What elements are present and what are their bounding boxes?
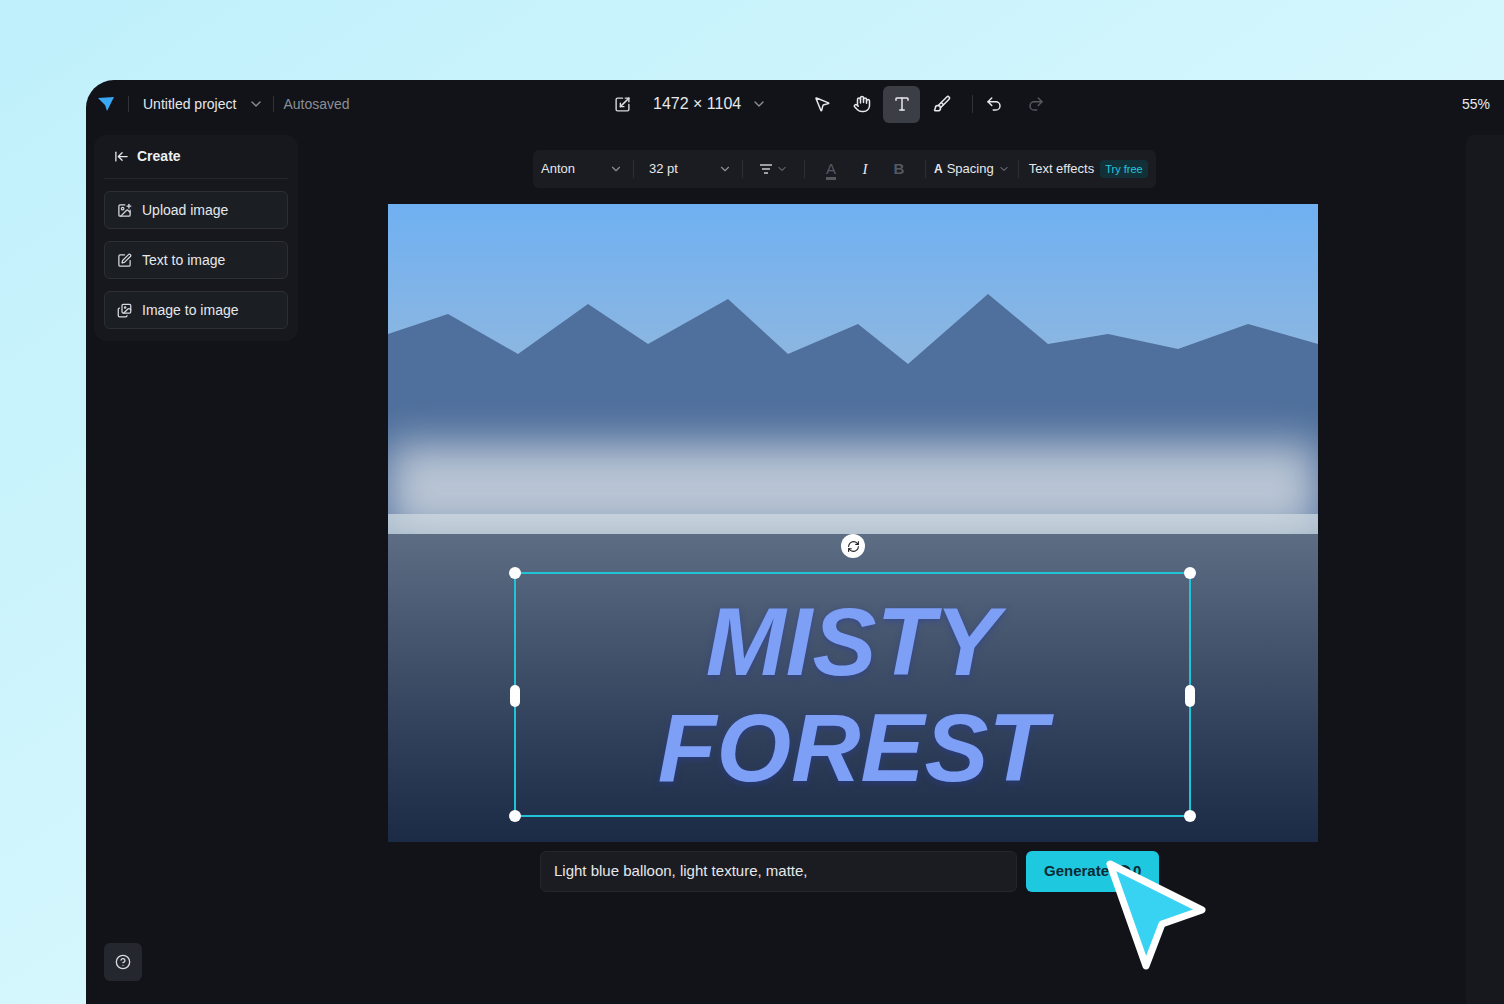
tools [803,86,960,123]
cursor-icon [1104,858,1210,974]
zoom-level[interactable]: 55% [1462,94,1504,115]
project-group: Untitled project Autosaved [86,94,604,115]
rotate-handle[interactable] [841,534,865,558]
corner-handle[interactable] [509,567,521,579]
app-window: Untitled project Autosaved 1472 × 1104 55% C… [86,80,1504,1004]
redo-icon[interactable] [1027,95,1045,113]
save-status: Autosaved [283,94,349,115]
chevron-icon [776,163,788,175]
create-panel: Create Upload image Text to image Image to … [94,135,298,341]
editor-area: Anton32 pt AIB ASpacingText effectsTry fre… [298,128,1466,1004]
undo-icon[interactable] [985,95,1003,113]
sidebar-item[interactable]: Upload image [104,191,288,229]
size-chevron-icon[interactable] [751,96,767,112]
top-bar: Untitled project Autosaved 1472 × 1104 55% [86,80,1504,128]
image-icon [117,253,132,268]
canvas-size[interactable]: 1472 × 1104 [653,92,741,116]
brush-tool-icon [933,95,951,113]
prompt-input[interactable]: Light blue balloon, light texture, matte… [540,851,1017,892]
divider [273,96,274,112]
project-title[interactable]: Untitled project [143,94,236,115]
back-icon [114,149,129,164]
tool-group: 1472 × 1104 [604,86,1045,123]
rotate-icon [847,540,860,553]
corner-handle[interactable] [1184,810,1196,822]
sidebar-item[interactable]: Image to image [104,291,288,329]
text-toolbar: Anton32 pt AIB ASpacingText effectsTry fre… [533,150,1156,188]
align-button[interactable] [743,163,804,175]
resize-icon[interactable] [614,96,631,113]
hand-tool-icon [853,95,871,113]
italic-button[interactable]: I [855,158,875,181]
chevron-icon [718,162,732,176]
tool-button[interactable] [883,86,920,123]
left-column: Create Upload image Text to image Image to … [86,128,298,1004]
image-icon [117,303,132,318]
corner-handle[interactable] [509,810,521,822]
side-handle[interactable] [510,685,520,707]
page: Untitled project Autosaved 1472 × 1104 55% C… [0,0,1504,1004]
font-select[interactable]: Anton [533,159,633,179]
text-effects-button[interactable]: Text effectsTry free [1019,159,1156,179]
divider [972,95,973,113]
sidebar-item[interactable]: Text to image [104,241,288,279]
right-panel [1466,135,1504,1004]
size-select[interactable]: 32 pt [634,159,742,179]
logo-icon [98,97,114,111]
color-button[interactable]: A [821,158,841,181]
align-icon [759,163,773,175]
help-button[interactable] [104,943,142,981]
tool-button[interactable] [923,86,960,123]
text-tool-icon [893,95,911,113]
prompt-row: Light blue balloon, light texture, matte… [540,851,1159,892]
fog [388,444,1318,534]
tool-button[interactable] [803,86,840,123]
side-handle[interactable] [1185,685,1195,707]
workspace: Create Upload image Text to image Image to … [86,128,1504,1004]
try-free-badge: Try free [1100,160,1148,179]
spacing-button[interactable]: ASpacing [926,159,1018,179]
select-tool-icon [813,95,831,113]
project-chevron-icon[interactable] [248,96,264,112]
bold-button[interactable]: B [889,158,909,181]
create-header[interactable]: Create [104,135,288,179]
tool-button[interactable] [843,86,880,123]
help-icon [115,954,131,970]
corner-handle[interactable] [1184,567,1196,579]
canvas-image[interactable]: MISTYFOREST [388,204,1318,842]
divider [128,96,129,112]
canvas-text-line: MISTY [706,589,999,695]
text-element[interactable]: MISTYFOREST [514,572,1191,817]
canvas-text-line: FOREST [658,695,1047,801]
chevron-icon [998,163,1010,175]
chevron-icon [609,162,623,176]
image-icon [117,203,132,218]
